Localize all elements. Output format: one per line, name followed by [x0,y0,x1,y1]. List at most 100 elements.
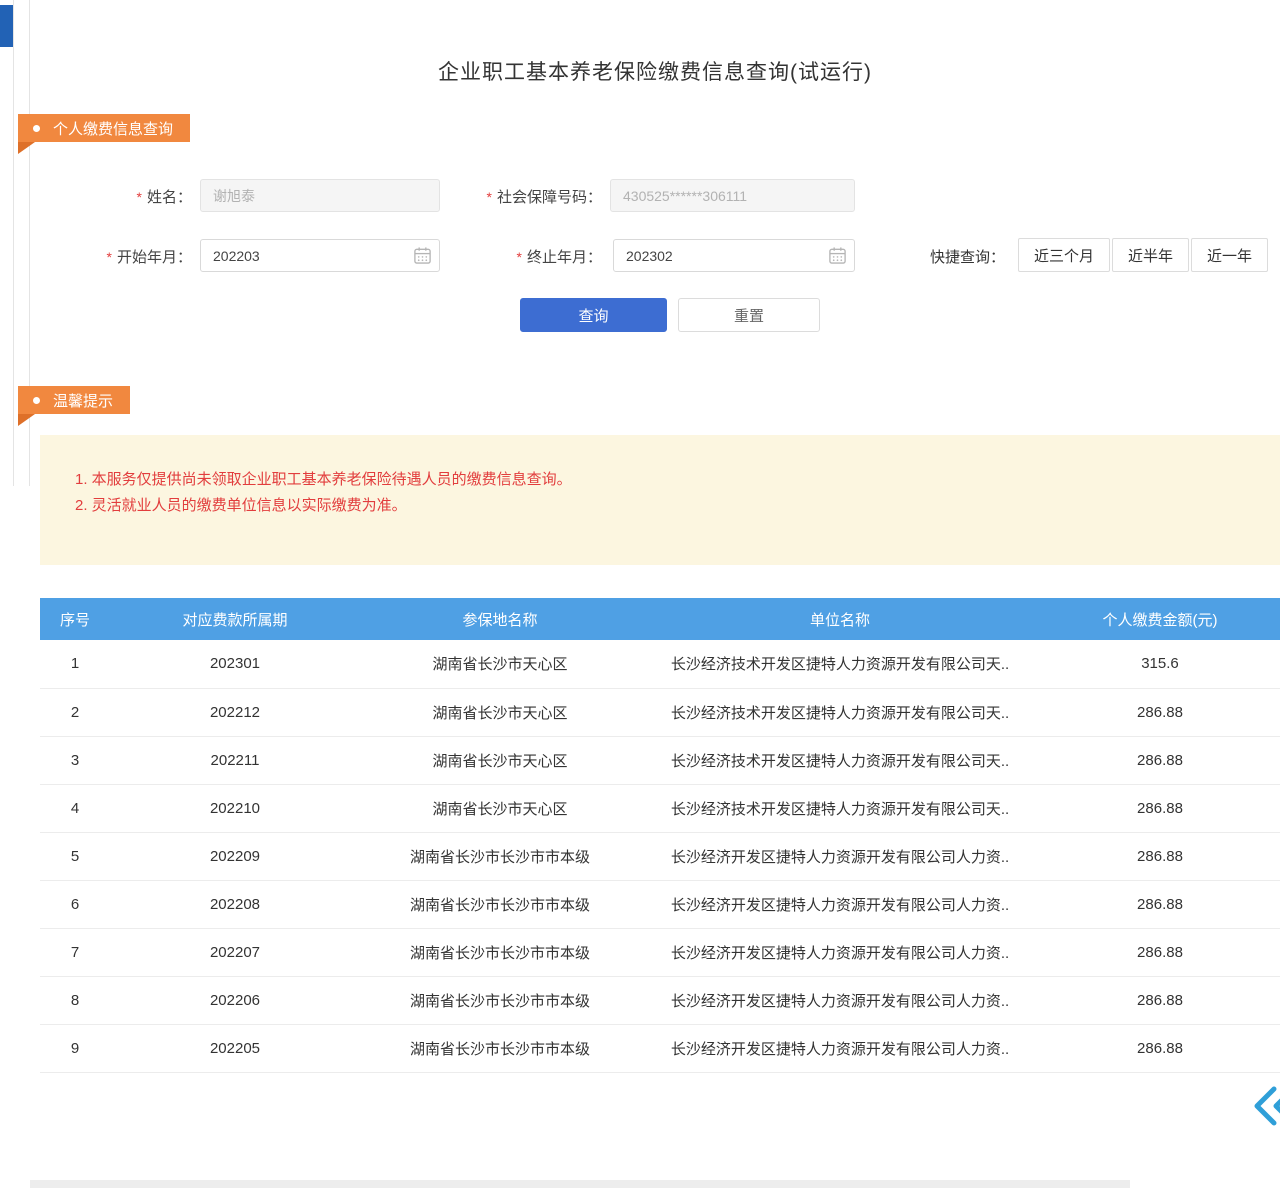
cell-region: 湖南省长沙市长沙市市本级 [360,976,640,1024]
cell-region: 湖南省长沙市长沙市市本级 [360,880,640,928]
required-asterisk: * [107,249,112,265]
table-row: 4 202210 湖南省长沙市天心区 长沙经济技术开发区捷特人力资源开发有限公司… [40,784,1280,832]
ssn-input[interactable] [610,179,855,212]
cell-company: 长沙经济开发区捷特人力资源开发有限公司人力资.. [640,832,1040,880]
calendar-icon[interactable] [413,246,432,265]
cell-amount: 286.88 [1040,1024,1280,1072]
page-title: 企业职工基本养老保险缴费信息查询(试运行) [30,56,1280,86]
table-row: 6 202208 湖南省长沙市长沙市市本级 长沙经济开发区捷特人力资源开发有限公… [40,880,1280,928]
section-badge-query-label: 个人缴费信息查询 [53,118,173,139]
table-row: 9 202205 湖南省长沙市长沙市市本级 长沙经济开发区捷特人力资源开发有限公… [40,1024,1280,1072]
tip-line: 2. 灵活就业人员的缴费单位信息以实际缴费为准。 [75,493,1260,519]
quick-option-button[interactable]: 近一年 [1191,238,1268,272]
cell-index: 7 [40,928,110,976]
cell-company: 长沙经济开发区捷特人力资源开发有限公司人力资.. [640,928,1040,976]
section-badge-query: 个人缴费信息查询 [18,114,190,154]
dot-icon [33,397,40,404]
table-row: 1 202301 湖南省长沙市天心区 长沙经济技术开发区捷特人力资源开发有限公司… [40,640,1280,688]
cell-amount: 286.88 [1040,832,1280,880]
table-header-cell: 单位名称 [640,598,1040,640]
cell-period: 202211 [110,736,360,784]
end-month-label: *终止年月： [440,246,602,267]
start-month-input[interactable] [200,239,440,272]
badge-fold-decoration [18,142,35,154]
required-asterisk: * [137,189,142,205]
left-sidebar-strip [0,0,14,486]
cell-region: 湖南省长沙市天心区 [360,640,640,688]
cell-period: 202208 [110,880,360,928]
reset-button[interactable]: 重置 [678,298,820,332]
cell-region: 湖南省长沙市长沙市市本级 [360,928,640,976]
pension-query-page: 企业职工基本养老保险缴费信息查询(试运行) 个人缴费信息查询 *姓名： *社会保… [0,0,1280,1188]
table-header-cell: 序号 [40,598,110,640]
quick-option-button[interactable]: 近三个月 [1018,238,1110,272]
required-asterisk: * [487,189,492,205]
cell-region: 湖南省长沙市天心区 [360,784,640,832]
cell-index: 6 [40,880,110,928]
quick-query-label: 快捷查询： [930,246,1005,267]
table-body: 1 202301 湖南省长沙市天心区 长沙经济技术开发区捷特人力资源开发有限公司… [40,640,1280,1072]
cell-index: 9 [40,1024,110,1072]
cell-company: 长沙经济技术开发区捷特人力资源开发有限公司天.. [640,736,1040,784]
cell-amount: 286.88 [1040,976,1280,1024]
cell-amount: 315.6 [1040,640,1280,688]
cell-region: 湖南省长沙市天心区 [360,736,640,784]
cell-region: 湖南省长沙市长沙市市本级 [360,1024,640,1072]
cell-index: 5 [40,832,110,880]
required-asterisk: * [517,249,522,265]
cell-company: 长沙经济技术开发区捷特人力资源开发有限公司天.. [640,688,1040,736]
cell-amount: 286.88 [1040,688,1280,736]
cell-index: 1 [40,640,110,688]
cell-period: 202210 [110,784,360,832]
cell-company: 长沙经济开发区捷特人力资源开发有限公司人力资.. [640,880,1040,928]
ssn-label: *社会保障号码： [440,186,602,207]
name-label: *姓名： [60,186,192,207]
cell-period: 202212 [110,688,360,736]
section-badge-tips-label: 温馨提示 [53,390,113,411]
section-badge-tips: 温馨提示 [18,386,130,426]
corner-blue-block [0,5,13,47]
end-month-input[interactable] [613,239,855,272]
cell-company: 长沙经济技术开发区捷特人力资源开发有限公司天.. [640,640,1040,688]
cell-amount: 286.88 [1040,784,1280,832]
table-row: 2 202212 湖南省长沙市天心区 长沙经济技术开发区捷特人力资源开发有限公司… [40,688,1280,736]
tip-line: 1. 本服务仅提供尚未领取企业职工基本养老保险待遇人员的缴费信息查询。 [75,467,1260,493]
cell-region: 湖南省长沙市天心区 [360,688,640,736]
table-row: 8 202206 湖南省长沙市长沙市市本级 长沙经济开发区捷特人力资源开发有限公… [40,976,1280,1024]
table-header-cell: 个人缴费金额(元) [1040,598,1280,640]
cell-period: 202206 [110,976,360,1024]
cell-amount: 286.88 [1040,736,1280,784]
tips-notice-box: 1. 本服务仅提供尚未领取企业职工基本养老保险待遇人员的缴费信息查询。 2. 灵… [40,435,1280,565]
cell-index: 3 [40,736,110,784]
dot-icon [33,125,40,132]
table-row: 5 202209 湖南省长沙市长沙市市本级 长沙经济开发区捷特人力资源开发有限公… [40,832,1280,880]
cell-period: 202205 [110,1024,360,1072]
cell-amount: 286.88 [1040,880,1280,928]
table-row: 7 202207 湖南省长沙市长沙市市本级 长沙经济开发区捷特人力资源开发有限公… [40,928,1280,976]
cell-period: 202207 [110,928,360,976]
start-month-label: *开始年月： [60,246,192,267]
table-header-row: 序号 对应费款所属期 参保地名称 单位名称 个人缴费金额(元) [40,598,1280,640]
cell-index: 4 [40,784,110,832]
calendar-icon[interactable] [828,246,847,265]
cell-company: 长沙经济技术开发区捷特人力资源开发有限公司天.. [640,784,1040,832]
table-header-cell: 对应费款所属期 [110,598,360,640]
cell-index: 2 [40,688,110,736]
badge-fold-decoration [18,414,35,426]
query-button[interactable]: 查询 [520,298,667,332]
cell-index: 8 [40,976,110,1024]
table-header-cell: 参保地名称 [360,598,640,640]
cell-company: 长沙经济开发区捷特人力资源开发有限公司人力资.. [640,1024,1040,1072]
cell-period: 202301 [110,640,360,688]
double-chevron-left-icon[interactable] [1252,1084,1280,1128]
quick-option-button[interactable]: 近半年 [1112,238,1189,272]
cell-period: 202209 [110,832,360,880]
payment-records-table: 序号 对应费款所属期 参保地名称 单位名称 个人缴费金额(元) 1 202301… [40,598,1280,1073]
cell-company: 长沙经济开发区捷特人力资源开发有限公司人力资.. [640,976,1040,1024]
table-row: 3 202211 湖南省长沙市天心区 长沙经济技术开发区捷特人力资源开发有限公司… [40,736,1280,784]
cell-region: 湖南省长沙市长沙市市本级 [360,832,640,880]
name-input[interactable] [200,179,440,212]
cell-amount: 286.88 [1040,928,1280,976]
quick-query-group: 近三个月 近半年 近一年 [1018,238,1268,272]
bottom-scrollbar-strip[interactable] [30,1180,1130,1188]
